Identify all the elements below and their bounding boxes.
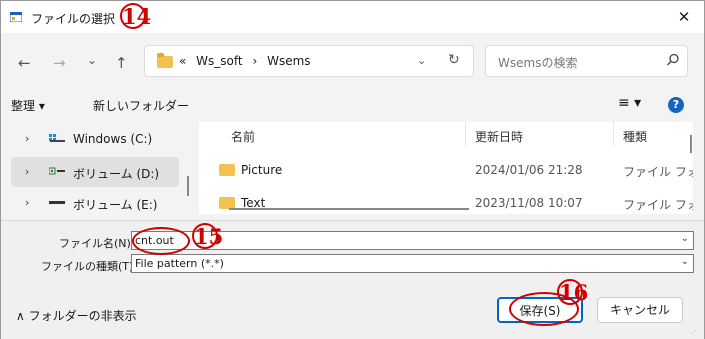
breadcrumb-item-ws-soft[interactable]: Ws_soft [196,54,242,68]
breadcrumb-item-wsems[interactable]: Wsems [267,54,310,68]
annotation-14-label: 14 [122,4,152,29]
drive-icon [49,201,65,204]
file-type: ファイル フォ [623,165,693,179]
view-options-button[interactable]: ≡ ▾ [618,95,641,111]
filetype-value: File pattern (*.*) [135,257,224,270]
sidebar-item-volume-d[interactable]: › ボリューム (D:) [11,157,179,187]
table-row[interactable]: Text 2023/11/08 10:07 ファイル フォ [199,182,693,212]
filetype-select[interactable]: File pattern (*.*) ⌄ [131,254,694,273]
back-button[interactable]: ← [18,54,31,72]
close-icon: ✕ [677,8,691,26]
usb-drive-icon [49,167,65,175]
breadcrumb-overflow[interactable]: « [179,54,186,68]
up-button[interactable]: ↑ [115,54,128,72]
chevron-right-icon[interactable]: › [25,132,29,145]
recent-locations-button[interactable]: ⌄ [87,53,97,67]
hide-folders-button[interactable]: ∧ フォルダーの非表示 [16,307,137,324]
sidebar-item-label: Windows (C:) [73,132,153,146]
command-bar: 整理 ▾ 新しいフォルダー ≡ ▾ ? [1,91,704,119]
file-list-vertical-scrollbar[interactable] [690,135,692,153]
chevron-down-icon[interactable]: ⌄ [681,256,689,267]
breadcrumb: « Ws_soft › Wsems [179,54,317,68]
filename-label: ファイル名(N): [59,237,135,250]
scrollbar-thumb[interactable] [229,208,469,210]
chevron-right-icon[interactable]: › [25,196,29,209]
app-window-icon [10,12,22,22]
annotation-16-label: 16 [559,280,589,305]
chevron-right-icon[interactable]: › [25,165,29,178]
sidebar-item-label: ボリューム (D:) [73,167,160,181]
sidebar-item-windows-c[interactable]: › Windows (C:) [11,124,179,154]
organize-button[interactable]: 整理 ▾ [11,97,45,114]
annotation-ring-filename [132,227,190,255]
address-dropdown-icon[interactable]: ⌄ [417,54,426,67]
sidebar-item-label: ボリューム (E:) [73,198,158,212]
refresh-icon[interactable]: ↻ [448,52,460,68]
title-bar: ファイルの選択 ✕ [1,1,704,33]
column-header-name[interactable]: 名前 [231,128,255,145]
search-icon [667,53,679,66]
chevron-down-icon[interactable]: ⌄ [681,233,689,244]
window-title: ファイルの選択 [31,12,116,26]
folder-icon [219,164,235,176]
file-list-horizontal-scrollbar[interactable] [199,207,693,211]
file-dialog-window: ファイルの選択 ✕ ← → ⌄ ↑ « Ws_soft › Wsems ⌄ ↻ … [0,0,705,339]
column-header-type[interactable]: 種類 [623,128,647,145]
sort-ascending-icon: ⌃ [346,122,354,129]
filetype-label: ファイルの種類(T): [41,260,138,273]
table-row[interactable]: Picture 2024/01/06 21:28 ファイル フォ [199,158,693,184]
folder-icon [157,53,173,68]
column-header-modified[interactable]: 更新日時 [475,128,523,145]
navigation-pane: › Windows (C:) › ボリューム (D:) › ボリューム (E:) [11,122,195,216]
file-modified: 2024/01/06 21:28 [475,163,583,177]
address-bar[interactable]: « Ws_soft › Wsems ⌄ ↻ [144,45,474,77]
close-button[interactable]: ✕ [671,5,697,29]
sidebar-item-volume-e[interactable]: › ボリューム (E:) [11,188,179,216]
forward-button[interactable]: → [53,54,66,72]
new-folder-button[interactable]: 新しいフォルダー [93,97,189,114]
breadcrumb-separator: › [252,54,258,68]
help-icon[interactable]: ? [668,97,684,113]
sidebar-scrollbar[interactable] [187,176,189,196]
file-list: ⌃ 名前 更新日時 種類 Picture 2024/01/06 21:28 ファ… [199,122,693,214]
windows-drive-icon [49,134,65,142]
column-divider[interactable] [613,122,614,146]
search-input[interactable]: Wsemsの検索 [498,54,577,71]
resize-grip-icon[interactable]: ⋰ [691,326,699,335]
search-box[interactable]: Wsemsの検索 [485,45,688,77]
file-name: Picture [241,163,283,177]
column-divider[interactable] [465,122,466,146]
cancel-button[interactable]: キャンセル [597,297,683,323]
annotation-15-label: 15 [194,224,224,249]
